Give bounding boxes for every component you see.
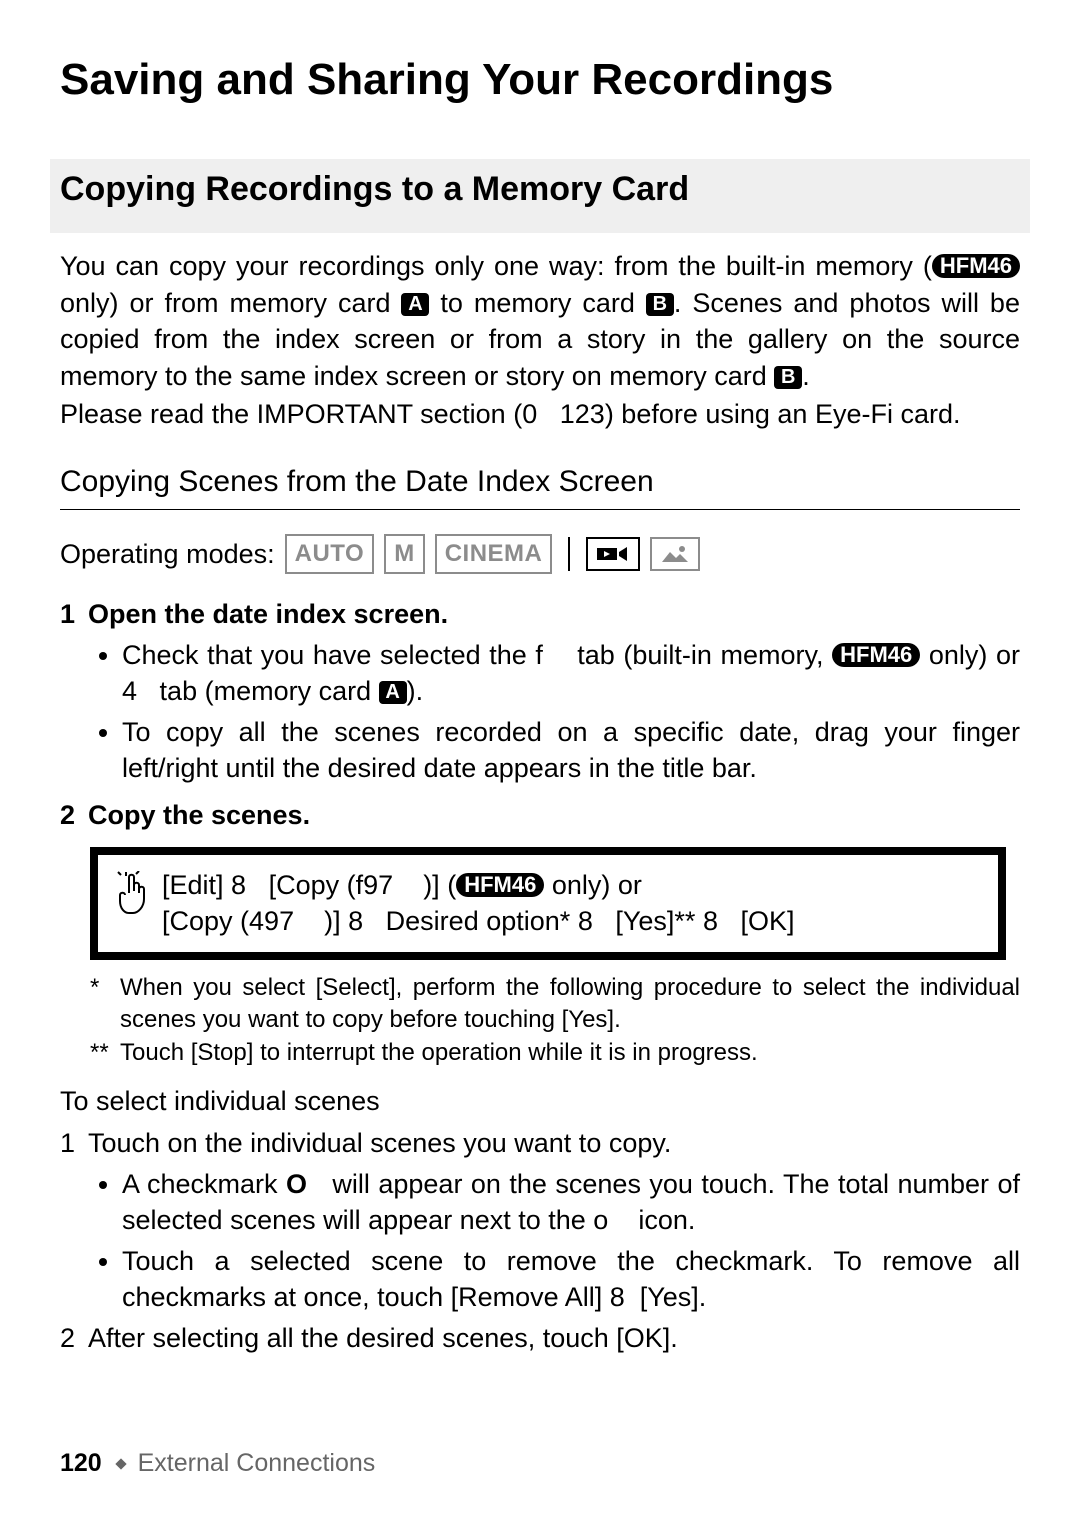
intro-paragraphs: You can copy your recordings only one wa… xyxy=(60,248,1020,432)
footnote-1: * When you select [Select], perform the … xyxy=(90,972,1020,1037)
card-a-chip: A xyxy=(401,293,429,316)
intro-paragraph-2: Please read the IMPORTANT section (0 123… xyxy=(60,396,1020,432)
operating-modes-label: Operating modes: xyxy=(60,536,275,572)
section-header-bar: Copying Recordings to a Memory Card xyxy=(50,159,1030,233)
touch-sequence-box: [Edit] 8 [Copy (f97 )] (HFM46 only) or [… xyxy=(90,847,1006,960)
mode-separator xyxy=(568,537,570,571)
select-step-1-bullet-2: Touch a selected scene to remove the che… xyxy=(122,1243,1020,1316)
divider xyxy=(60,509,1020,510)
select-individual-heading: To select individual scenes xyxy=(60,1083,1020,1119)
arrow-icon: 8 xyxy=(348,906,363,936)
touch-sequence-text: [Edit] 8 [Copy (f97 )] (HFM46 only) or [… xyxy=(162,867,980,940)
copy-source-glyph-card: 497 xyxy=(249,906,294,936)
arrow-icon: 8 xyxy=(231,870,246,900)
card-b-chip: B xyxy=(646,293,674,316)
operating-modes-row: Operating modes: AUTO M CINEMA xyxy=(60,534,1020,574)
page-number: 120 xyxy=(60,1449,102,1477)
select-step-2: After selecting all the desired scenes, … xyxy=(60,1320,1020,1356)
checkmark-icon: O xyxy=(286,1166,307,1202)
mode-cinema-box: CINEMA xyxy=(435,534,553,574)
model-badge: HFM46 xyxy=(932,254,1020,278)
step-2-heading: Copy the scenes. xyxy=(88,800,310,830)
select-step-1-bullet-1: A checkmark O will appear on the scenes … xyxy=(122,1166,1020,1239)
page-footer: 120 External Connections xyxy=(60,1447,375,1481)
arrow-icon: 8 xyxy=(610,1282,625,1312)
step-1-bullet-2: To copy all the scenes recorded on a spe… xyxy=(122,714,1020,787)
mode-movie-playback-box xyxy=(586,537,640,571)
arrow-icon: 8 xyxy=(578,906,593,936)
touch-icon xyxy=(116,867,148,926)
mode-auto-box: AUTO xyxy=(285,534,375,574)
chapter-title: Saving and Sharing Your Recordings xyxy=(60,50,1020,109)
page-ref-icon: 0 xyxy=(522,399,537,429)
manual-page: Saving and Sharing Your Recordings Copyi… xyxy=(0,0,1080,1521)
intro-paragraph-1: You can copy your recordings only one wa… xyxy=(60,248,1020,394)
step-1-bullet-1: Check that you have selected the f tab (… xyxy=(122,637,1020,710)
select-individual-steps: Touch on the individual scenes you want … xyxy=(60,1125,1020,1356)
select-step-1: Touch on the individual scenes you want … xyxy=(60,1125,1020,1315)
footer-section-name: External Connections xyxy=(138,1449,376,1477)
copy-source-glyph-internal: f97 xyxy=(356,870,394,900)
step-1: Open the date index screen. Check that y… xyxy=(60,596,1020,786)
footnotes: * When you select [Select], perform the … xyxy=(90,972,1020,1069)
step-1-heading: Open the date index screen. xyxy=(88,599,448,629)
procedure-steps: Open the date index screen. Check that y… xyxy=(60,596,1020,833)
subsection-title: Copying Scenes from the Date Index Scree… xyxy=(60,462,1020,503)
tab-glyph-card: 4 xyxy=(122,676,137,706)
step-2: Copy the scenes. xyxy=(60,797,1020,833)
section-title: Copying Recordings to a Memory Card xyxy=(60,170,689,208)
model-badge-2: HFM46 xyxy=(832,643,920,667)
mode-photo-playback-box xyxy=(650,537,700,571)
mode-m-box: M xyxy=(384,534,425,574)
tab-glyph-internal: f xyxy=(535,640,543,670)
footnote-2: ** Touch [Stop] to interrupt the operati… xyxy=(90,1037,1020,1069)
diamond-icon xyxy=(115,1458,126,1469)
model-badge-3: HFM46 xyxy=(456,873,544,897)
selected-count-icon: o xyxy=(593,1205,608,1235)
arrow-icon: 8 xyxy=(703,906,718,936)
card-b-chip-2: B xyxy=(774,366,802,389)
card-a-chip-2: A xyxy=(379,681,407,704)
